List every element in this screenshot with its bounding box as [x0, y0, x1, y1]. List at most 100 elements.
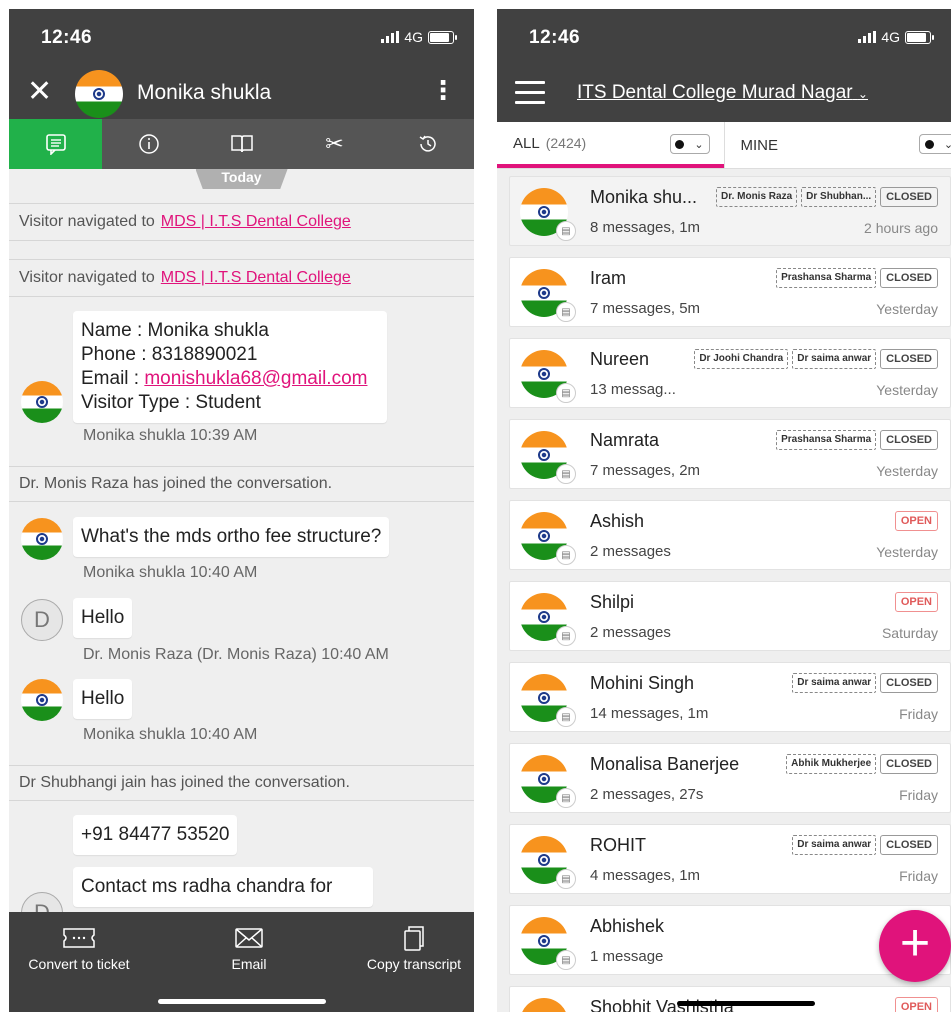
- status-badge: CLOSED: [880, 268, 938, 288]
- message-meta: Monika shukla 10:40 AM: [83, 726, 258, 743]
- page-link[interactable]: MDS | I.T.S Dental College: [161, 269, 351, 287]
- new-conversation-button[interactable]: +: [879, 910, 951, 982]
- status-filter-dropdown[interactable]: ⌄: [669, 134, 710, 154]
- conversation-list[interactable]: ▤ Monika shu... 8 messages, 1m Dr. Monis Ra…: [497, 169, 951, 1012]
- message-bubble: Hello: [73, 679, 133, 719]
- system-event: Dr Shubhangi jain has joined the convers…: [9, 765, 474, 801]
- agent-tag: Dr saima anwar: [792, 349, 877, 369]
- copy-transcript-button[interactable]: Copy transcript: [361, 924, 467, 972]
- conversation-row[interactable]: ▤ Monalisa Banerjee 2 messages, 27s Abhik M…: [509, 743, 951, 813]
- conversation-row[interactable]: ▤ Shilpi 2 messages OPEN Saturday: [509, 581, 951, 651]
- tag-group: Abhik Mukherjee CLOSED: [786, 754, 938, 774]
- tab-mine-label: MINE: [740, 136, 779, 154]
- chat-bubble-icon: ▤: [556, 626, 576, 646]
- page-link[interactable]: MDS | I.T.S Dental College: [161, 213, 351, 231]
- tab-mine[interactable]: MINE ⌄: [723, 122, 951, 168]
- email-label: Email: [231, 956, 267, 972]
- conversation-row[interactable]: ▤ Monika shu... 8 messages, 1m Dr. Monis Ra…: [509, 176, 951, 246]
- timestamp: Saturday: [881, 625, 938, 641]
- chat-actions-bar: Convert to ticket Email Copy transcript: [9, 912, 474, 1012]
- message-summary: 2 messages: [590, 624, 671, 641]
- tab-history[interactable]: [381, 119, 474, 169]
- book-icon: [230, 135, 253, 153]
- battery-icon: [428, 30, 457, 44]
- email-link[interactable]: monishukla68@gmail.com: [144, 368, 367, 389]
- visitor-name: Monalisa Banerjee: [590, 754, 740, 774]
- conversation-row[interactable]: ▤ Iram 7 messages, 5m Prashansa Sharma CLOSE…: [509, 257, 951, 327]
- tab-info[interactable]: [102, 119, 195, 169]
- home-indicator: [677, 1001, 815, 1006]
- conversation-row[interactable]: ▤ Nureen 13 messag... Dr Joohi Chandra Dr sa…: [509, 338, 951, 408]
- status-badge: CLOSED: [880, 430, 938, 450]
- conversation-row[interactable]: ▤ Ashish 2 messages OPEN Yesterday: [509, 500, 951, 570]
- tab-messages[interactable]: [9, 119, 102, 169]
- india-flag-icon: [75, 70, 123, 118]
- copy-label: Copy transcript: [366, 956, 462, 972]
- status-time: 12:46: [529, 27, 581, 48]
- agent-tag: Dr Joohi Chandra: [694, 349, 789, 369]
- agent-avatar: D: [21, 892, 63, 912]
- signal-icon: [858, 31, 877, 43]
- tab-all[interactable]: ALL (2424) ⌄: [497, 122, 724, 168]
- message-summary: 7 messages, 2m: [590, 462, 701, 479]
- info-type: Visitor Type : Student: [81, 392, 261, 413]
- conversation-row[interactable]: ▤ Namrata 7 messages, 2m Prashansa Sharma CL…: [509, 419, 951, 489]
- status-badge: OPEN: [894, 997, 938, 1012]
- app-header: ITS Dental College Murad Nagar ⌄: [497, 67, 951, 122]
- org-selector[interactable]: ITS Dental College Murad Nagar ⌄: [577, 82, 868, 104]
- email-label: Email :: [81, 368, 140, 389]
- tag-group: OPEN: [894, 997, 938, 1012]
- conversation-row[interactable]: ▤Shobhit VashisthaOPEN: [509, 986, 951, 1012]
- status-badge: CLOSED: [880, 673, 938, 693]
- date-divider: Today: [195, 169, 288, 189]
- tab-knowledge[interactable]: [195, 119, 288, 169]
- chevron-down-icon: ⌄: [694, 138, 704, 151]
- info-phone: Phone : 8318890021: [81, 344, 258, 365]
- status-badge: CLOSED: [880, 349, 938, 369]
- timestamp: Friday: [899, 787, 938, 803]
- conversation-row[interactable]: ▤ Mohini Singh 14 messages, 1m Dr saima anw…: [509, 662, 951, 732]
- network-indicator: 4G: [381, 29, 457, 45]
- agent-tag: Dr. Monis Raza: [716, 187, 798, 207]
- close-icon[interactable]: ✕: [27, 77, 52, 107]
- visitor-avatar: [75, 70, 123, 118]
- visitor-name: Ashish: [590, 511, 645, 531]
- chat-tabs: ✂: [9, 119, 474, 169]
- copy-icon: [361, 924, 467, 956]
- tag-group: Dr. Monis Raza Dr Shubhan... CLOSED: [716, 187, 938, 207]
- conversation-row[interactable]: ▤ ROHIT 4 messages, 1m Dr saima anwar CLOSED…: [509, 824, 951, 894]
- message-summary: 14 messages, 1m: [590, 705, 709, 722]
- status-badge: CLOSED: [880, 187, 938, 207]
- system-event: Dr. Monis Raza has joined the conversati…: [9, 466, 474, 502]
- status-filter-dropdown[interactable]: ⌄: [919, 134, 951, 154]
- message-summary: 13 messag...: [590, 381, 676, 398]
- timestamp: Yesterday: [876, 382, 938, 398]
- history-icon: [419, 135, 436, 152]
- visitor-name: Abhishek: [590, 916, 665, 936]
- visitor-avatar: [21, 381, 63, 423]
- chat-bubble-icon: ▤: [556, 221, 576, 241]
- tag-group: Dr saima anwar CLOSED: [792, 835, 938, 855]
- scissors-icon: ✂: [325, 131, 344, 156]
- convert-to-ticket-button[interactable]: Convert to ticket: [23, 924, 135, 972]
- agent-tag: Prashansa Sharma: [776, 268, 877, 288]
- india-flag-icon: [21, 518, 63, 560]
- tab-all-label: ALL: [513, 134, 540, 152]
- network-indicator: 4G: [858, 29, 934, 45]
- message-summary: 1 message: [590, 948, 664, 965]
- tag-group: OPEN: [894, 511, 938, 531]
- visitor-name: Namrata: [590, 430, 660, 450]
- message-meta: Monika shukla 10:39 AM: [83, 427, 258, 444]
- status-bar: 12:46 4G: [497, 9, 951, 67]
- timestamp: Yesterday: [876, 301, 938, 317]
- more-menu-icon[interactable]: ⋮: [430, 75, 456, 105]
- message-meta: Monika shukla 10:40 AM: [83, 564, 258, 581]
- conversation[interactable]: Today Visitor navigated to MDS | I.T.S De…: [9, 169, 474, 912]
- tab-snippets[interactable]: ✂: [288, 119, 381, 169]
- conversations-screen: 12:46 4G ITS Dental College Murad Nagar …: [497, 9, 951, 1012]
- email-button[interactable]: Email: [214, 924, 284, 972]
- message-summary: 2 messages: [590, 543, 671, 560]
- visitor-name: Mohini Singh: [590, 673, 695, 693]
- message-bubble: Hello: [73, 598, 133, 638]
- menu-icon[interactable]: [515, 81, 545, 111]
